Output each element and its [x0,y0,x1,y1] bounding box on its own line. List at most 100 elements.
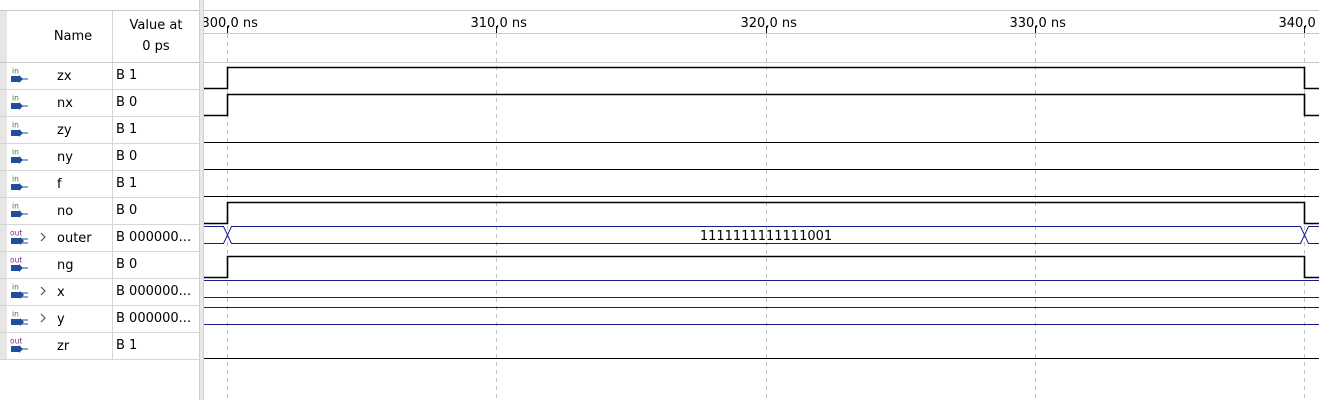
column-separator [112,279,113,305]
input-port-icon: in [10,67,28,83]
signal-row-zy[interactable]: in zy B 1 [0,117,199,144]
column-separator [112,225,113,251]
signal-row-ng[interactable]: out ng B 0 [0,252,199,279]
signal-name: zx [57,69,72,84]
column-separator [112,252,113,278]
waveform-y[interactable] [204,307,1319,325]
signal-name: y [57,312,65,327]
row-strip [0,144,7,170]
signal-value: B 1 [116,68,138,83]
row-strip [0,306,7,332]
signal-row-y[interactable]: in y B 000000... [0,306,199,333]
signal-value: B 0 [116,257,138,272]
bus-value-label: 1111111111111001 [700,229,832,244]
signal-value: B 1 [116,122,138,137]
signal-value: B 0 [116,149,138,164]
column-header: Name Value at 0 ps [0,10,199,63]
signal-value: B 1 [116,176,138,191]
input-port-icon: in [10,175,28,191]
signal-name: nx [57,96,73,111]
input-bus-icon: in [10,310,28,326]
signal-row-no[interactable]: in no B 0 [0,198,199,225]
timeline-tick-label: 330,0 ns [1010,16,1067,31]
signal-name: zy [57,123,72,138]
timeline-tick-label: 300,0 ns [204,16,258,31]
row-strip [0,225,7,251]
signal-value: B 000000... [116,230,192,245]
column-separator [112,333,113,359]
column-separator [112,171,113,197]
column-separator [112,63,113,89]
value-column-header[interactable]: Value at 0 ps [113,15,199,57]
waveform-ng[interactable] [204,255,1319,279]
column-separator [112,198,113,224]
svg-text:in: in [12,310,19,319]
svg-text:in: in [12,94,19,103]
signal-value: B 000000... [116,284,192,299]
svg-text:out: out [10,337,22,346]
svg-text:out: out [10,256,22,265]
column-separator [112,306,113,332]
svg-text:in: in [12,121,19,130]
value-header-line-2: 0 ps [142,39,170,54]
waveform-nx[interactable] [204,93,1319,117]
waveform-no[interactable] [204,201,1319,225]
signal-list-pane: Name Value at 0 ps in zx B 1 in nx B 0 in zy B 1… [0,0,199,400]
signal-row-zr[interactable]: out zr B 1 [0,333,199,360]
input-port-icon: in [10,148,28,164]
signal-value: B 1 [116,338,138,353]
signal-row-nx[interactable]: in nx B 0 [0,90,199,117]
signal-name: outer [57,231,92,246]
column-separator [112,90,113,116]
row-strip [0,117,7,143]
input-port-icon: in [10,121,28,137]
input-port-icon: in [10,94,28,110]
timeline-tick-label: 320,0 ns [741,16,798,31]
signal-name: ny [57,150,73,165]
waveform-x[interactable] [204,280,1319,298]
row-strip [0,279,7,305]
header-strip [0,11,7,62]
output-port-icon: out [10,256,28,272]
input-bus-icon: in [10,283,28,299]
signal-value: B 0 [116,95,138,110]
row-strip [0,90,7,116]
signal-name: no [57,204,74,219]
svg-text:in: in [12,148,19,157]
timeline-tick-label: 310,0 ns [471,16,528,31]
chevron-right-icon[interactable] [38,312,48,324]
signal-row-outer[interactable]: out outer B 000000... [0,225,199,252]
row-strip [0,198,7,224]
signal-name: ng [57,258,74,273]
signal-name: zr [57,339,70,354]
svg-text:out: out [10,229,22,238]
value-header-line-1: Value at [129,18,183,33]
column-separator [112,117,113,143]
signal-value: B 0 [116,203,138,218]
row-strip [0,63,7,89]
svg-text:in: in [12,175,19,184]
output-bus-icon: out [10,229,28,245]
name-column-header[interactable]: Name [33,11,113,62]
input-port-icon: in [10,202,28,218]
svg-text:in: in [12,67,19,76]
signal-name: x [57,285,65,300]
signal-row-ny[interactable]: in ny B 0 [0,144,199,171]
timeline-tick-label: 340,0 [1279,16,1316,31]
waveform-zx[interactable] [204,66,1319,90]
signal-row-x[interactable]: in x B 000000... [0,279,199,306]
svg-text:in: in [12,202,19,211]
output-port-icon: out [10,337,28,353]
signal-row-f[interactable]: in f B 1 [0,171,199,198]
signal-value: B 000000... [116,311,192,326]
row-strip [0,333,7,359]
signal-row-zx[interactable]: in zx B 1 [0,63,199,90]
row-strip [0,171,7,197]
chevron-right-icon[interactable] [38,231,48,243]
svg-text:in: in [12,283,19,292]
chevron-right-icon[interactable] [38,285,48,297]
row-strip [0,252,7,278]
signal-name: f [57,177,62,192]
waveform-pane[interactable]: 300,0 ns 310,0 ns 320,0 ns 330,0 ns 340,0 111… [204,0,1319,400]
waveform-canvas[interactable]: 300,0 ns 310,0 ns 320,0 ns 330,0 ns 340,0 111… [204,0,1319,400]
